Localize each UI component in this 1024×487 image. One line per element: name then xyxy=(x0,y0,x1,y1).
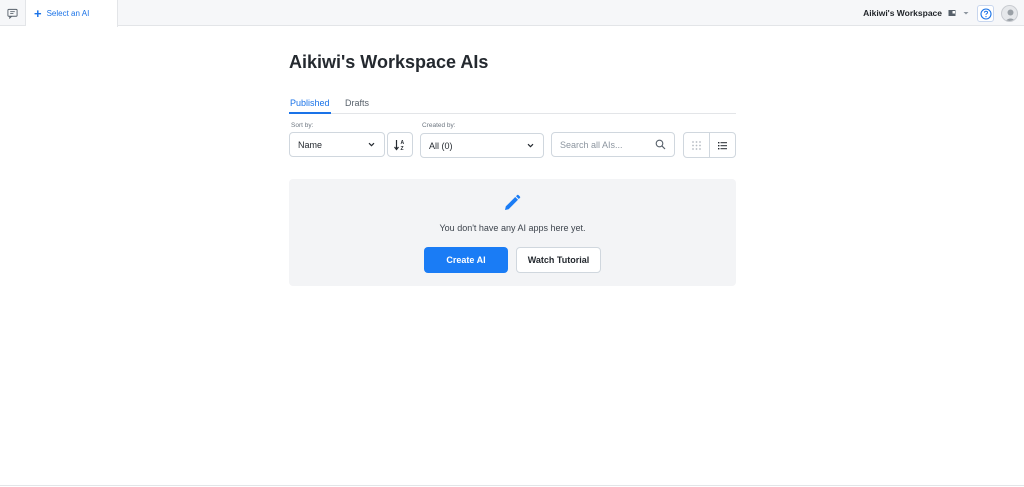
avatar[interactable] xyxy=(1001,5,1018,22)
search-box[interactable] xyxy=(551,132,675,157)
select-ai-label: Select an AI xyxy=(46,9,90,18)
view-toggle xyxy=(683,132,736,158)
select-ai-tab[interactable]: + Select an AI xyxy=(26,0,118,27)
search-icon[interactable] xyxy=(655,139,666,150)
chevron-down-icon xyxy=(368,142,375,147)
created-by-label: Created by: xyxy=(422,122,456,129)
pencil-icon xyxy=(505,194,521,210)
chat-button[interactable] xyxy=(0,0,26,26)
tab-published[interactable]: Published xyxy=(290,98,330,108)
list-view-button[interactable] xyxy=(709,133,735,157)
sort-ascending-icon: A Z xyxy=(394,139,405,152)
sort-by-label: Sort by: xyxy=(291,122,314,129)
active-tab-indicator xyxy=(289,112,331,114)
created-by-value: All (0) xyxy=(429,140,453,151)
empty-state-panel: You don't have any AI apps here yet. Cre… xyxy=(289,179,736,286)
chevron-down-icon[interactable] xyxy=(962,9,970,17)
plus-icon: + xyxy=(34,6,42,21)
search-input[interactable] xyxy=(560,139,650,150)
create-ai-button[interactable]: Create AI xyxy=(424,247,508,273)
tab-bar: Published Drafts xyxy=(289,95,736,114)
watch-tutorial-button[interactable]: Watch Tutorial xyxy=(516,247,601,273)
top-bar: + Select an AI Aikiwi's Workspace xyxy=(0,0,1024,27)
bottom-divider xyxy=(0,485,1024,486)
chevron-down-icon xyxy=(527,143,534,148)
avatar-icon xyxy=(1005,9,1016,21)
folder-icon[interactable] xyxy=(948,9,956,17)
help-button[interactable] xyxy=(977,5,994,22)
tab-drafts[interactable]: Drafts xyxy=(345,98,369,108)
workspace-name[interactable]: Aikiwi's Workspace xyxy=(863,8,942,18)
help-icon xyxy=(979,7,992,20)
sort-direction-button[interactable]: A Z xyxy=(387,132,413,157)
chat-icon xyxy=(7,8,18,19)
svg-text:Z: Z xyxy=(401,146,404,152)
sort-by-select[interactable]: Name xyxy=(289,132,385,157)
grid-view-button[interactable] xyxy=(684,133,709,157)
grid-icon xyxy=(692,140,702,150)
created-by-select[interactable]: All (0) xyxy=(420,133,544,158)
page-title: Aikiwi's Workspace AIs xyxy=(289,52,489,72)
list-icon xyxy=(718,141,728,149)
empty-state-message: You don't have any AI apps here yet. xyxy=(439,223,586,233)
sort-by-value: Name xyxy=(298,139,323,150)
